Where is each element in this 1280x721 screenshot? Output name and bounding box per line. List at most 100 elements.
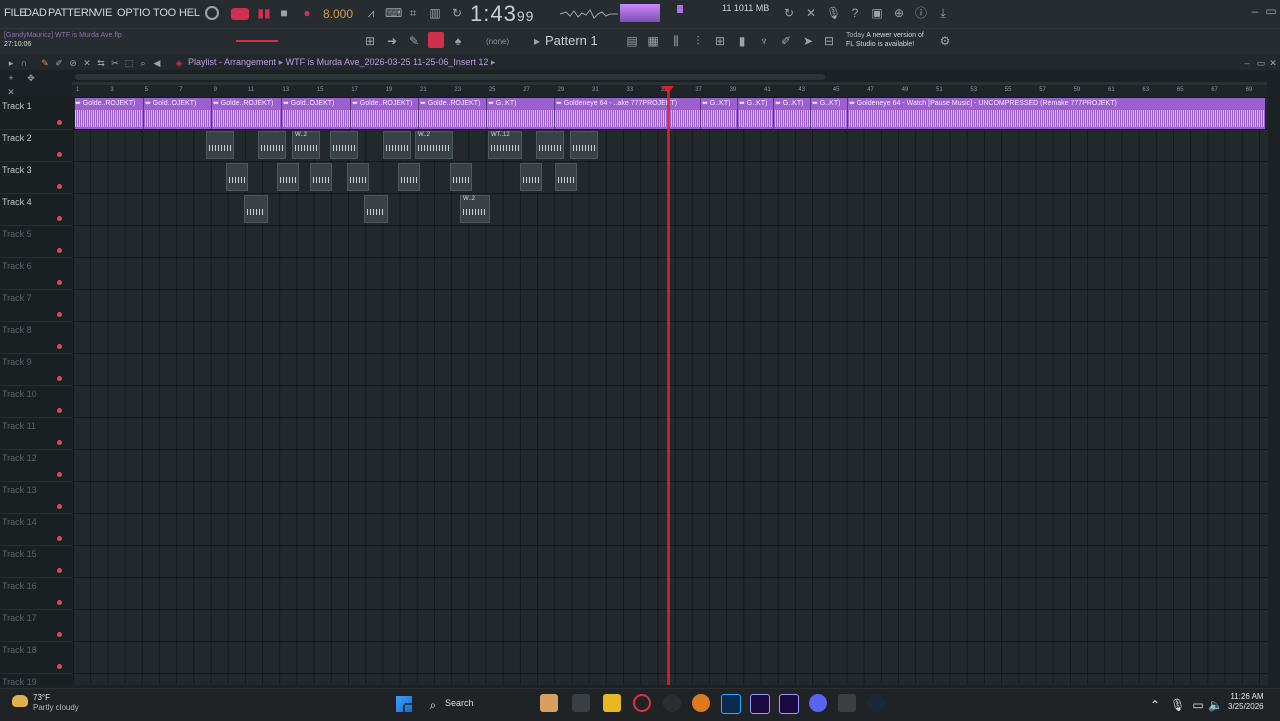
track-header[interactable]: Track 13: [0, 481, 72, 514]
playlist-minimize-icon[interactable]: –: [1240, 56, 1254, 70]
stop-icon[interactable]: ■: [277, 6, 291, 20]
track-record-dot[interactable]: [57, 408, 62, 413]
pause-icon[interactable]: ▮▮: [257, 6, 271, 20]
app-icon-dark[interactable]: [663, 694, 681, 712]
after-effects-icon[interactable]: [779, 694, 799, 714]
minimize-icon[interactable]: –: [1248, 4, 1262, 18]
refresh-icon[interactable]: ↻: [782, 6, 796, 20]
blend-notes-icon[interactable]: ▥: [428, 6, 442, 20]
mini-clip[interactable]: [520, 163, 542, 191]
mini-clip[interactable]: [258, 131, 286, 159]
menu-tools[interactable]: TOO: [153, 7, 176, 19]
pattern-selector[interactable]: Pattern 1: [545, 33, 598, 48]
mini-clip[interactable]: [450, 163, 472, 191]
menu-edit[interactable]: DAD: [24, 7, 47, 19]
weather-widget[interactable]: 73°F Partly cloudy: [33, 693, 79, 713]
track-options-icon[interactable]: ✥: [24, 71, 38, 85]
app-icon-fl-brush[interactable]: [540, 694, 558, 712]
search-icon[interactable]: ⌕: [426, 698, 440, 712]
mini-clip[interactable]: [398, 163, 420, 191]
taskbar-search[interactable]: Search: [445, 698, 474, 708]
mini-clip[interactable]: W..2: [415, 131, 453, 159]
media-player-icon[interactable]: [838, 694, 856, 712]
plugin-picker-icon[interactable]: ♆: [757, 34, 771, 48]
countdown-icon[interactable]: ⌗: [406, 6, 420, 20]
master-volume-slider[interactable]: [677, 5, 683, 13]
tray-chevron-icon[interactable]: ⌃: [1148, 698, 1162, 712]
track-record-dot[interactable]: [57, 536, 62, 541]
mini-clip[interactable]: [536, 131, 564, 159]
slip-tool-icon[interactable]: ⇆: [94, 56, 108, 70]
track-1-audio-clips[interactable]: ⬌ Golde..ROJEKT) ⬌ Gold..OJEKT) ⬌ Golde..R…: [75, 98, 1265, 129]
mini-clip[interactable]: [277, 163, 299, 191]
delete-tool-icon[interactable]: ⊘: [66, 56, 80, 70]
steam-icon[interactable]: [867, 694, 885, 712]
arrow-icon[interactable]: ➜: [385, 34, 399, 48]
track-record-dot[interactable]: [57, 664, 62, 669]
mini-clip[interactable]: W..2: [460, 195, 490, 223]
taskbar-clock[interactable]: 11:26 AM 3/25/2026: [1228, 692, 1264, 712]
mini-clip[interactable]: [555, 163, 577, 191]
track-record-dot[interactable]: [57, 312, 62, 317]
playhead-marker[interactable]: [662, 86, 674, 93]
track-header[interactable]: Track 14: [0, 513, 72, 546]
piano-roll-icon[interactable]: ▦: [646, 34, 660, 48]
record-icon[interactable]: ●: [300, 6, 314, 20]
draw-tool-icon[interactable]: ✎: [38, 56, 52, 70]
mini-clip[interactable]: [347, 163, 369, 191]
track-record-dot[interactable]: [57, 280, 62, 285]
close-tool-icon[interactable]: ✕: [804, 6, 818, 20]
playlist-menu-icon[interactable]: ◈: [172, 56, 186, 70]
mixer-icon[interactable]: ⫶: [691, 34, 705, 48]
master-pitch-slider[interactable]: [236, 40, 278, 42]
discord-icon[interactable]: [809, 694, 827, 712]
send-icon[interactable]: ➤: [801, 34, 815, 48]
mini-clip[interactable]: [206, 131, 234, 159]
track-record-dot[interactable]: [57, 504, 62, 509]
mini-clip[interactable]: [226, 163, 248, 191]
track-header[interactable]: Track 15: [0, 545, 72, 578]
paint-tool-icon[interactable]: ✐: [52, 56, 66, 70]
link-icon[interactable]: [428, 32, 444, 48]
menu-view[interactable]: VIE: [95, 7, 112, 19]
magnet-icon[interactable]: ∩: [17, 56, 31, 70]
track-header[interactable]: Track 11: [0, 417, 72, 450]
tray-volume-icon[interactable]: 🔈: [1208, 698, 1223, 712]
playback-tool-icon[interactable]: ◀: [150, 56, 164, 70]
track-header[interactable]: Track 17: [0, 609, 72, 642]
touch-icon[interactable]: ⊟: [822, 34, 836, 48]
update-notice[interactable]: Today A newer version of FL Studio is ava…: [846, 31, 924, 49]
track-record-dot[interactable]: [57, 216, 62, 221]
folder-icon[interactable]: [603, 694, 621, 712]
track-header[interactable]: Track 12: [0, 449, 72, 482]
track-record-dot[interactable]: [57, 248, 62, 253]
track-header[interactable]: Track 3: [0, 161, 72, 194]
loop-record-icon[interactable]: ↻: [450, 6, 464, 20]
track-header[interactable]: Track 2: [0, 129, 72, 162]
track-record-dot[interactable]: [57, 440, 62, 445]
horizontal-scrollbar[interactable]: [75, 74, 825, 80]
track-record-dot[interactable]: [57, 120, 62, 125]
mini-clip[interactable]: [330, 131, 358, 159]
playhead[interactable]: [667, 88, 670, 685]
project-icon[interactable]: ▮: [735, 34, 749, 48]
tempo-display[interactable]: 8.000: [323, 7, 353, 21]
select-tool-icon[interactable]: ⬚: [122, 56, 136, 70]
track-header[interactable]: Track 9: [0, 353, 72, 386]
track-header[interactable]: Track 8: [0, 321, 72, 354]
track-header[interactable]: Track 7: [0, 289, 72, 322]
mini-clip[interactable]: WT..12: [488, 131, 522, 159]
mini-clip[interactable]: [570, 131, 598, 159]
save-icon[interactable]: ▣: [870, 6, 884, 20]
mini-clip[interactable]: [244, 195, 268, 223]
track-record-dot[interactable]: [57, 152, 62, 157]
brush-icon[interactable]: ✐: [779, 34, 793, 48]
weather-icon[interactable]: [12, 695, 28, 707]
download-icon[interactable]: ⤓: [936, 6, 950, 20]
track-header[interactable]: Track 1: [0, 97, 72, 130]
track-header[interactable]: Track 5: [0, 225, 72, 258]
track-record-dot[interactable]: [57, 568, 62, 573]
update-icon[interactable]: ⚙: [938, 34, 952, 48]
zoom-tool-icon[interactable]: ⌕: [136, 56, 150, 70]
menu-help[interactable]: HEL: [179, 7, 200, 19]
